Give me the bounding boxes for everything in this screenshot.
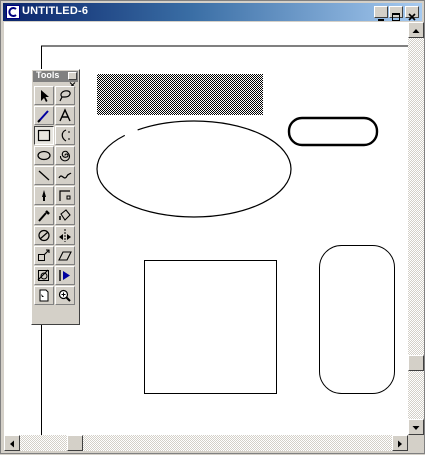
app-icon [6, 5, 20, 19]
arc-icon [61, 129, 70, 142]
trace-tool[interactable] [34, 266, 54, 285]
patterned-rectangle[interactable] [97, 74, 263, 115]
page-icon [39, 289, 49, 302]
pen-icon [37, 110, 49, 123]
maximize-icon [392, 13, 400, 21]
horizontal-scroll-thumb[interactable] [67, 435, 83, 451]
ellipse-icon [37, 150, 51, 161]
tools-panel-title: Tools [36, 70, 60, 80]
vertical-scrollbar[interactable] [408, 22, 424, 435]
close-icon [408, 13, 416, 21]
close-button[interactable] [405, 6, 419, 21]
scroll-left-button[interactable] [4, 435, 20, 451]
freehand-icon [58, 172, 72, 179]
square-shape[interactable] [144, 260, 277, 394]
reflect-icon [59, 229, 71, 242]
bucket-icon [59, 209, 71, 221]
arrow-up-icon [412, 29, 420, 33]
pen-tool[interactable] [34, 106, 54, 125]
pointer-icon [41, 90, 49, 102]
arrow-right-icon [398, 440, 402, 448]
pointer-tool[interactable] [34, 86, 54, 105]
ellipse-shape[interactable] [96, 120, 292, 218]
spiral-tool[interactable] [55, 146, 75, 165]
minimize-button[interactable] [374, 6, 388, 21]
vertical-scroll-thumb[interactable] [408, 355, 424, 371]
rounded-rectangle-tall[interactable] [319, 245, 395, 394]
resize-corner[interactable] [408, 435, 424, 451]
arrow-left-icon [10, 440, 14, 448]
zoom-icon [58, 289, 71, 302]
maximize-button[interactable] [389, 6, 403, 21]
eyedropper-icon [38, 210, 50, 222]
tools-panel-titlebar[interactable]: Tools [33, 70, 78, 88]
rounded-rectangle-bold[interactable] [287, 116, 379, 147]
title-bar[interactable]: UNTITLED-6 [3, 3, 422, 21]
minimize-icon [378, 19, 384, 21]
reflect-tool[interactable] [55, 226, 75, 245]
scroll-down-button[interactable] [408, 419, 424, 435]
knife-icon [42, 190, 46, 201]
rectangle-tool[interactable] [34, 126, 54, 145]
lasso-icon [59, 90, 71, 102]
ellipse-tool[interactable] [34, 146, 54, 165]
skew-icon [58, 251, 72, 261]
lasso-tool[interactable] [55, 86, 75, 105]
arrow-down-icon [412, 426, 420, 430]
corner-icon [59, 190, 71, 201]
app-window: UNTITLED-6 Tools [0, 0, 425, 454]
rectangle-icon [37, 129, 51, 142]
trace-icon [37, 269, 49, 281]
corner-tool[interactable] [55, 186, 75, 205]
scroll-up-button[interactable] [408, 22, 424, 38]
tools-panel-close-button[interactable] [68, 72, 77, 88]
horizontal-scrollbar[interactable] [4, 435, 408, 451]
text-tool[interactable] [55, 106, 75, 125]
rotate-tool[interactable] [34, 226, 54, 245]
blend-tool[interactable] [55, 266, 75, 285]
window-title: UNTITLED-6 [22, 5, 89, 17]
line-tool[interactable] [34, 166, 54, 185]
fill-tool[interactable] [55, 206, 75, 225]
line-icon [38, 170, 50, 181]
knife-tool[interactable] [34, 186, 54, 205]
scale-tool[interactable] [34, 246, 54, 265]
zoom-tool[interactable] [55, 286, 75, 305]
scale-icon [38, 249, 50, 261]
freehand-tool[interactable] [55, 166, 75, 185]
scroll-right-button[interactable] [392, 435, 408, 451]
tools-panel[interactable]: Tools [31, 69, 80, 325]
blend-icon [59, 270, 70, 281]
eyedropper-tool[interactable] [34, 206, 54, 225]
arc-tool[interactable] [55, 126, 75, 145]
text-icon [59, 108, 71, 122]
rotate-icon [38, 229, 50, 242]
page-tool[interactable] [34, 286, 54, 305]
spiral-icon [59, 150, 71, 162]
skew-tool[interactable] [55, 246, 75, 265]
